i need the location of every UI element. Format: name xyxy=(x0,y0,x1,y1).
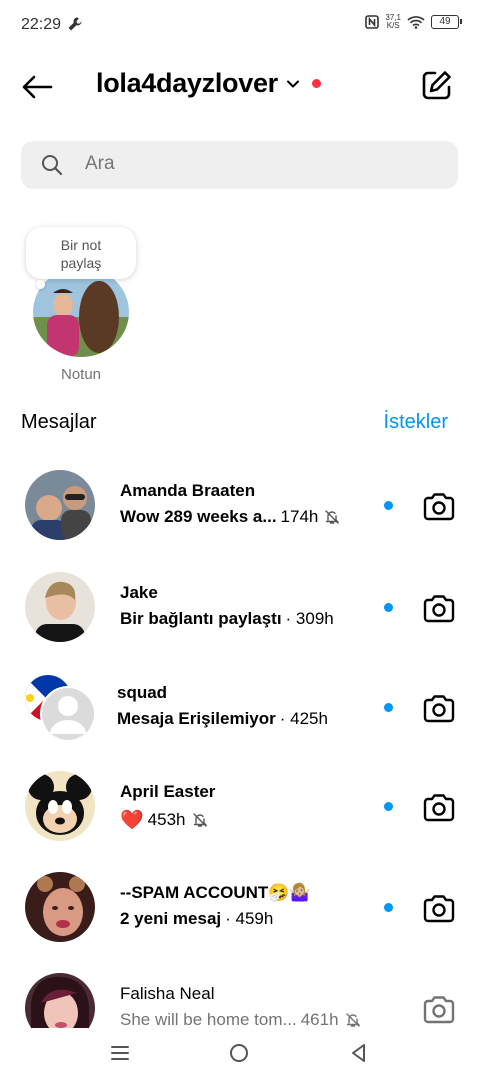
unread-dot xyxy=(384,802,393,811)
chevron-down-icon xyxy=(286,80,299,87)
thread-message: She will be home tom... xyxy=(120,1010,297,1029)
group-avatar xyxy=(22,674,98,744)
thread-time: · 425h xyxy=(279,709,328,728)
thread-time: · 309h xyxy=(285,609,334,628)
thread-time: 461h xyxy=(300,1010,339,1029)
thread-message: Mesaja Erişilemiyor xyxy=(117,709,276,728)
thread-name: --SPAM ACCOUNT🤧🤷🏼‍♀️ xyxy=(120,883,311,902)
username-title: lola4dayzlover xyxy=(96,68,278,98)
wrench-icon xyxy=(68,17,82,31)
unread-dot xyxy=(384,501,393,510)
thread-message: Wow 289 weeks a... xyxy=(120,507,277,526)
thread-message: 2 yeni mesaj xyxy=(120,909,222,928)
requests-link[interactable]: İstekler xyxy=(384,411,448,434)
camera-icon[interactable] xyxy=(421,891,457,927)
avatar xyxy=(25,771,95,841)
notification-dot xyxy=(311,79,321,88)
wifi-icon xyxy=(407,16,425,29)
unread-dot xyxy=(384,703,393,712)
muted-bell-icon xyxy=(192,813,207,827)
thread-name: Jake xyxy=(120,583,158,602)
thread-item[interactable]: --SPAM ACCOUNT🤧🤷🏼‍♀️ 2 yeni mesaj · 459h xyxy=(0,872,479,972)
note-bubble[interactable]: Bir not paylaş xyxy=(26,227,136,279)
thread-item[interactable]: Jake Bir bağlantı paylaştı · 309h xyxy=(0,572,479,672)
messages-title: Mesajlar xyxy=(21,411,97,433)
avatar xyxy=(25,470,95,540)
search-bar[interactable] xyxy=(21,141,458,189)
muted-bell-icon xyxy=(345,1013,360,1027)
thread-item[interactable]: squad Mesaja Erişilemiyor · 425h xyxy=(0,672,479,772)
thread-time: · 459h xyxy=(225,909,274,928)
camera-icon[interactable] xyxy=(421,691,457,727)
back-arrow-icon[interactable] xyxy=(20,70,54,104)
camera-icon[interactable] xyxy=(421,992,457,1028)
thread-name: Falisha Neal xyxy=(120,984,215,1003)
header: lola4dayzlover xyxy=(0,60,479,110)
my-note-avatar[interactable] xyxy=(33,267,129,357)
camera-icon[interactable] xyxy=(421,591,457,627)
account-switcher[interactable]: lola4dayzlover xyxy=(96,68,321,99)
menu-icon[interactable] xyxy=(110,1043,130,1063)
battery-icon: 49 xyxy=(431,15,462,29)
note-section: Bir not paylaş Notun xyxy=(26,225,146,385)
camera-icon[interactable] xyxy=(421,790,457,826)
unread-dot xyxy=(384,603,393,612)
muted-bell-icon xyxy=(325,510,340,524)
note-label: Notun xyxy=(60,366,102,383)
thread-time: 174h xyxy=(280,507,319,526)
status-time: 22:29 xyxy=(21,16,62,33)
thread-time: 453h xyxy=(147,810,186,829)
heart-emoji: ❤️ xyxy=(120,810,144,831)
status-bar: 22:29 37,1 K/S 49 xyxy=(0,0,479,50)
back-triangle-icon[interactable] xyxy=(349,1043,369,1063)
avatar xyxy=(25,572,95,642)
thread-name: Amanda Braaten xyxy=(120,481,256,500)
new-message-icon[interactable] xyxy=(420,68,454,102)
nfc-icon xyxy=(365,15,380,29)
avatar xyxy=(25,872,95,942)
messages-header: Mesajlar İstekler xyxy=(21,411,458,437)
thread-item[interactable]: Amanda Braaten Wow 289 weeks a... 174h xyxy=(0,470,479,570)
search-icon xyxy=(42,155,63,176)
thread-name: April Easter xyxy=(120,782,216,801)
system-nav-bar xyxy=(0,1028,479,1080)
camera-icon[interactable] xyxy=(421,489,457,525)
thread-item[interactable]: April Easter ❤️ 453h xyxy=(0,771,479,871)
network-speed: 37,1 K/S xyxy=(385,13,401,30)
unread-dot xyxy=(384,903,393,912)
search-input[interactable] xyxy=(85,153,425,175)
note-bubble-tail xyxy=(36,280,45,289)
home-circle-icon[interactable] xyxy=(229,1043,249,1063)
thread-name: squad xyxy=(117,683,168,702)
thread-message: Bir bağlantı paylaştı xyxy=(120,609,282,628)
